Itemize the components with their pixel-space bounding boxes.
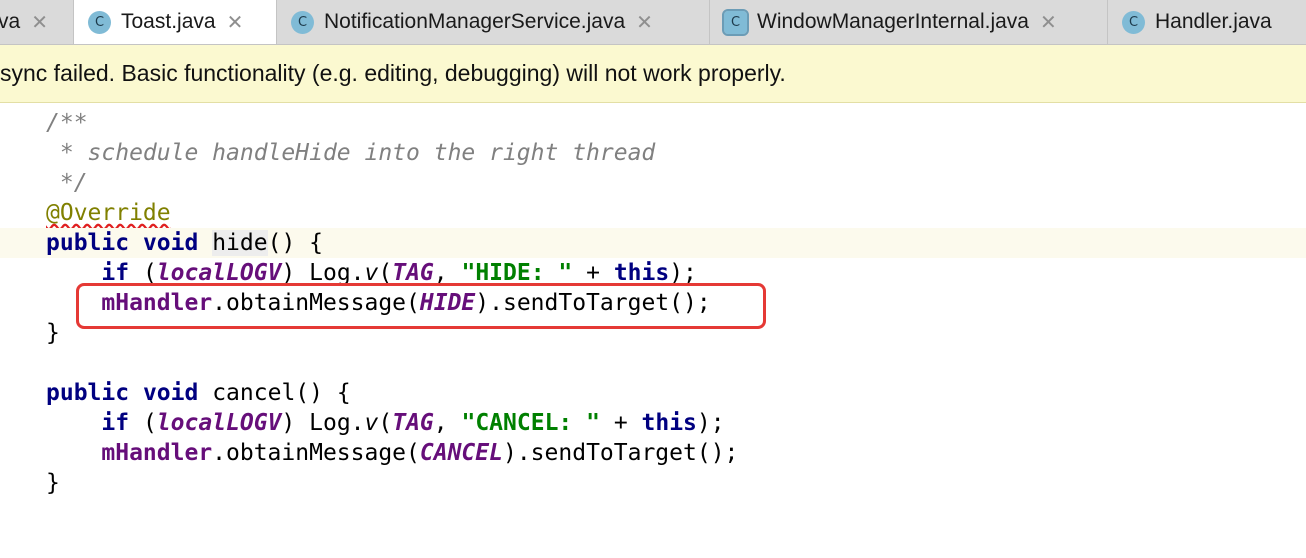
keyword: if [101, 410, 130, 436]
method-call: ).sendToTarget(); [502, 440, 739, 466]
tab-label: Handler.java [1155, 10, 1272, 33]
close-icon[interactable]: ✕ [31, 10, 48, 34]
code-editor[interactable]: /** * schedule handleHide into the right… [0, 104, 1306, 496]
tab-label: NotificationManagerService.java [324, 10, 626, 33]
method-name-hide: hide [212, 230, 268, 256]
close-brace: } [46, 320, 60, 346]
field-ref: localLOGV [156, 260, 282, 286]
comment-open: /** [46, 110, 88, 136]
code-line: } [0, 318, 1306, 348]
string-literal: "HIDE: " [461, 260, 573, 286]
field-ref: TAG [392, 260, 434, 286]
banner-text: sync failed. Basic functionality (e.g. e… [0, 60, 786, 86]
field-ref: mHandler [101, 290, 213, 316]
code-line: * schedule handleHide into the right thr… [0, 138, 1306, 168]
keyword: this [641, 410, 697, 436]
tab-label: va [0, 10, 21, 33]
punctuation: () { [267, 230, 323, 256]
close-icon[interactable]: ✕ [227, 10, 244, 34]
comment-body: * schedule handleHide into the right thr… [46, 140, 656, 166]
class-icon: C [291, 10, 314, 34]
tab-label: Toast.java [121, 10, 216, 33]
code-line: mHandler.obtainMessage(HIDE).sendToTarge… [0, 288, 1306, 318]
class-ref: Log. [309, 410, 365, 436]
code-line: if (localLOGV) Log.v(TAG, "HIDE: " + thi… [101, 260, 697, 286]
code-line: @Override [0, 198, 1306, 228]
editor-tab-bar: va ✕ C Toast.java ✕ C NotificationManage… [0, 0, 1306, 45]
keyword: void [142, 380, 199, 406]
method-call: ).sendToTarget(); [475, 290, 711, 316]
method-ref: v [364, 260, 379, 286]
keyword: if [101, 260, 130, 286]
tab-toast-java[interactable]: C Toast.java ✕ [74, 0, 277, 44]
method-ref: v [364, 410, 379, 436]
tab-label: WindowManagerInternal.java [757, 10, 1029, 33]
class-icon: C [722, 8, 749, 36]
field-ref: TAG [392, 410, 434, 436]
method-name-cancel: cancel [212, 380, 296, 406]
code-line: if (localLOGV) Log.v(TAG, "CANCEL: " + t… [101, 410, 725, 436]
code-line-current: public void hide() { [0, 228, 1306, 258]
method-call: .obtainMessage( [212, 290, 420, 316]
operator: + [599, 410, 642, 436]
tab-handler-java[interactable]: C Handler.java [1108, 0, 1306, 44]
field-ref: HIDE [419, 290, 476, 316]
tab-windowmanagerinternal-java[interactable]: C WindowManagerInternal.java ✕ [710, 0, 1108, 44]
sync-failed-banner: sync failed. Basic functionality (e.g. e… [0, 45, 1306, 103]
code-line: mHandler.obtainMessage(CANCEL).sendToTar… [0, 438, 1306, 468]
punctuation: () { [295, 380, 351, 406]
code-line: /** [0, 108, 1306, 138]
operator: + [572, 260, 614, 286]
code-line: */ [0, 168, 1306, 198]
field-ref: localLOGV [156, 410, 282, 436]
code-line: public void cancel() { [0, 378, 1306, 408]
class-icon: C [1122, 10, 1145, 34]
keyword: this [613, 260, 670, 286]
tab-clipped[interactable]: va ✕ [0, 0, 74, 44]
class-icon: C [88, 10, 111, 34]
keyword: void [142, 230, 199, 256]
field-ref: CANCEL [419, 440, 503, 466]
keyword: public [46, 380, 130, 406]
tab-notificationmanagerservice-java[interactable]: C NotificationManagerService.java ✕ [277, 0, 710, 44]
close-icon[interactable]: ✕ [1040, 10, 1057, 34]
override-annotation: @Override [46, 200, 171, 226]
comment-close: */ [46, 170, 88, 196]
field-ref: mHandler [101, 440, 213, 466]
method-call: .obtainMessage( [212, 440, 420, 466]
close-icon[interactable]: ✕ [636, 10, 653, 34]
keyword: public [46, 230, 130, 256]
string-literal: "CANCEL: " [461, 410, 600, 436]
class-ref: Log. [309, 260, 365, 286]
